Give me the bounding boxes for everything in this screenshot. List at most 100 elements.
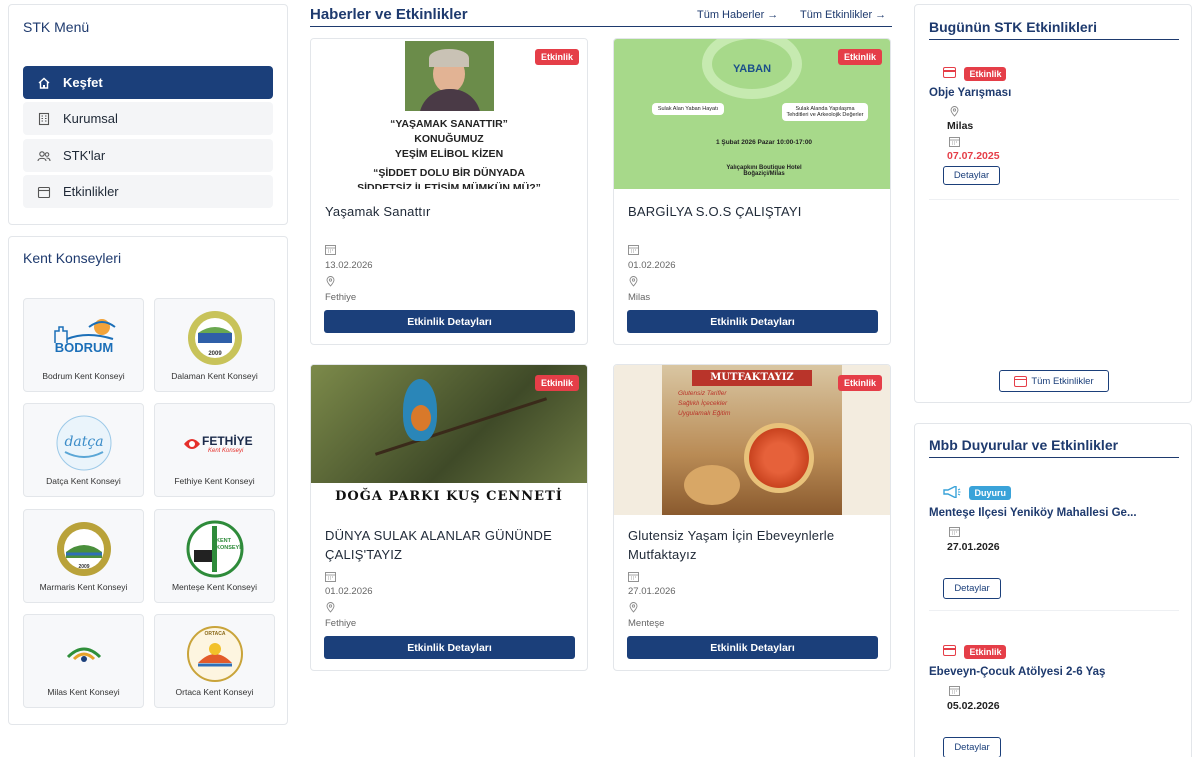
kent-card-label: Menteşe Kent Konseyi [171,582,258,592]
building-icon [37,112,51,126]
location-pin-icon [950,106,959,117]
calendar-icon [943,645,956,657]
fethiye-logo-sub: Kent Konseyi [208,448,244,454]
kent-card-milas[interactable]: Milas Kent Konseyi [23,614,144,708]
mentese-logo-text: KENT KONSEYİ [216,538,241,551]
today-event-title[interactable]: Obje Yarışması [929,87,1011,99]
megaphone-icon [943,484,961,499]
event-card: DOĞA PARKI KUŞ CENNETİ Etkinlik DÜNYA SU… [310,364,588,671]
all-events-button-label: Tüm Etkinlikler [1031,375,1094,387]
kent-card-label: Marmaris Kent Konseyi [39,582,128,592]
poster-where: Yalıçapkını Boutique Hotel Boğaziçi/Mila… [726,165,802,177]
kent-card-dalaman[interactable]: 2009 Dalaman Kent Konseyi [154,298,275,392]
mbb-item-date: 27.01.2026 [947,541,1000,553]
mbb-item-badge-row: Duyuru [943,483,1011,501]
event-card: YABAN Sulak Alan Yaban Hayatı Sulak Alan… [613,38,891,345]
location-pin-icon [326,276,335,287]
kent-card-marmaris[interactable]: 2009 Marmaris Kent Konseyi [23,509,144,603]
marmaris-logo-text: 2009 [78,564,90,570]
event-date: 01.02.2026 [628,260,676,271]
stk-menu-title: STK Menü [23,19,90,35]
today-event-details-button[interactable]: Detaylar [943,166,1000,185]
poster-caption: DOĞA PARKI KUŞ CENNETİ [335,489,563,504]
milas-logo [47,625,121,683]
menu-item-kesfet[interactable]: Keşfet [23,66,273,99]
kent-card-ortaca[interactable]: ORTACA Ortaca Kent Konseyi [154,614,275,708]
event-card-title[interactable]: DÜNYA SULAK ALANLAR GÜNÜNDE ÇALIŞ'TAYIZ [325,526,575,564]
ortaca-logo-text: ORTACA [204,631,226,637]
event-card: “YAŞAMAK SANATTIR” KONUĞUMUZ YEŞİM ELİBO… [310,38,588,345]
calendar-icon [325,245,336,255]
event-location: Milas [628,292,651,303]
event-card-title[interactable]: Glutensiz Yaşam İçin Ebeveynlerle Mutfak… [628,526,878,564]
event-badge: Etkinlik [964,645,1007,659]
location-pin-icon [629,602,638,613]
calendar-icon [325,572,336,582]
event-details-button[interactable]: Etkinlik Detayları [324,310,575,333]
event-card-title[interactable]: BARGİLYA S.O.S ÇALIŞTAYI [628,202,802,221]
dalaman-logo: 2009 [178,309,252,367]
kent-card-mentese[interactable]: KENT KONSEYİ Menteşe Kent Konseyi [154,509,275,603]
mentese-logo: KENT KONSEYİ [178,520,252,578]
calendar-icon [949,137,960,147]
kent-card-label: Bodrum Kent Konseyi [42,371,125,381]
event-details-button[interactable]: Etkinlik Detayları [324,636,575,659]
kent-card-fethiye[interactable]: FETHİYE Kent Konseyi Fethiye Kent Konsey… [154,403,275,497]
today-event-date: 07.07.2025 [947,150,1000,162]
location-pin-icon [629,276,638,287]
mbb-item-details-button[interactable]: Detaylar [943,578,1001,599]
menu-item-label: Keşfet [63,75,103,90]
poster-left-box: Sulak Alan Yaban Hayatı [652,103,724,115]
menu-item-stklar[interactable]: STK'lar [23,139,273,172]
event-date: 01.02.2026 [325,586,373,597]
all-events-link[interactable]: Tüm Etkinlikler → [800,9,886,21]
all-news-link[interactable]: Tüm Haberler → [697,9,778,21]
mbb-item-date: 05.02.2026 [947,700,1000,712]
poster-item: Sağlıklı İçecekler [678,400,728,407]
dalaman-logo-text: 2009 [208,351,222,357]
datca-logo: datça [47,414,121,472]
kent-konseyleri-panel: Kent Konseyleri BODRUM Bodrum Kent Konse… [8,236,288,725]
kent-card-label: Ortaca Kent Konseyi [175,687,254,697]
bodrum-logo-text: BODRUM [54,340,114,355]
event-badge: Etkinlik [964,67,1007,81]
marmaris-logo: 2009 [47,520,121,578]
mbb-item-title[interactable]: Ebeveyn-Çocuk Atölyesi 2-6 Yaş [929,666,1105,678]
event-card-title[interactable]: Yaşamak Sanattır [325,202,431,221]
all-events-button[interactable]: Tüm Etkinlikler [999,370,1109,392]
poster-line: “YAŞAMAK SANATTIR” [390,118,508,130]
poster-right-box: Sulak Alanda Yapılaşma Tehditleri ve Ark… [782,103,868,121]
poster-line: YEŞİM ELİBOL KİZEN [394,148,504,160]
menu-item-label: Kurumsal [63,111,118,126]
today-events-title: Bugünün STK Etkinlikleri [929,19,1098,35]
calendar-icon [949,527,960,537]
mbb-item-title[interactable]: Menteşe İlçesi Yeniköy Mahallesi Ge... [929,507,1159,519]
mbb-panel: Mbb Duyurular ve Etkinlikler Duyuru Ment… [914,423,1192,757]
poster-line: “ŞİDDET DOLU BİR DÜNYADA [373,167,525,179]
event-details-button[interactable]: Etkinlik Detayları [627,310,878,333]
event-date: 27.01.2026 [628,586,676,597]
event-badge: Etkinlik [534,375,579,391]
kent-card-label: Datça Kent Konseyi [46,476,121,486]
speaker-photo [405,41,494,111]
divider [929,610,1179,611]
calendar-icon [628,572,639,582]
kent-card-datca[interactable]: datça Datça Kent Konseyi [23,403,144,497]
event-details-button[interactable]: Etkinlik Detayları [627,636,878,659]
kent-card-bodrum[interactable]: BODRUM Bodrum Kent Konseyi [23,298,144,392]
menu-item-label: Etkinlikler [63,184,119,199]
menu-item-label: STK'lar [63,148,106,163]
kent-konseyleri-title: Kent Konseyleri [23,250,122,266]
poster-when: 1 Şubat 2026 Pazar 10:00-17:00 [715,139,813,146]
mbb-item-badge-row: Etkinlik [943,642,1007,660]
kent-card-label: Milas Kent Konseyi [47,687,120,697]
menu-item-etkinlikler[interactable]: Etkinlikler [23,175,273,208]
menu-item-kurumsal[interactable]: Kurumsal [23,102,273,135]
announcement-badge: Duyuru [969,486,1011,500]
mbb-item-details-button[interactable]: Detaylar [943,737,1001,757]
event-badge: Etkinlik [837,49,882,65]
event-card: MUTFAKTAYIZ Glutensiz Tarifler Sağlıklı … [613,364,891,671]
today-event-location: Milas [947,120,974,132]
calendar-icon [949,686,960,696]
fethiye-logo: FETHİYE Kent Konseyi [178,414,253,472]
